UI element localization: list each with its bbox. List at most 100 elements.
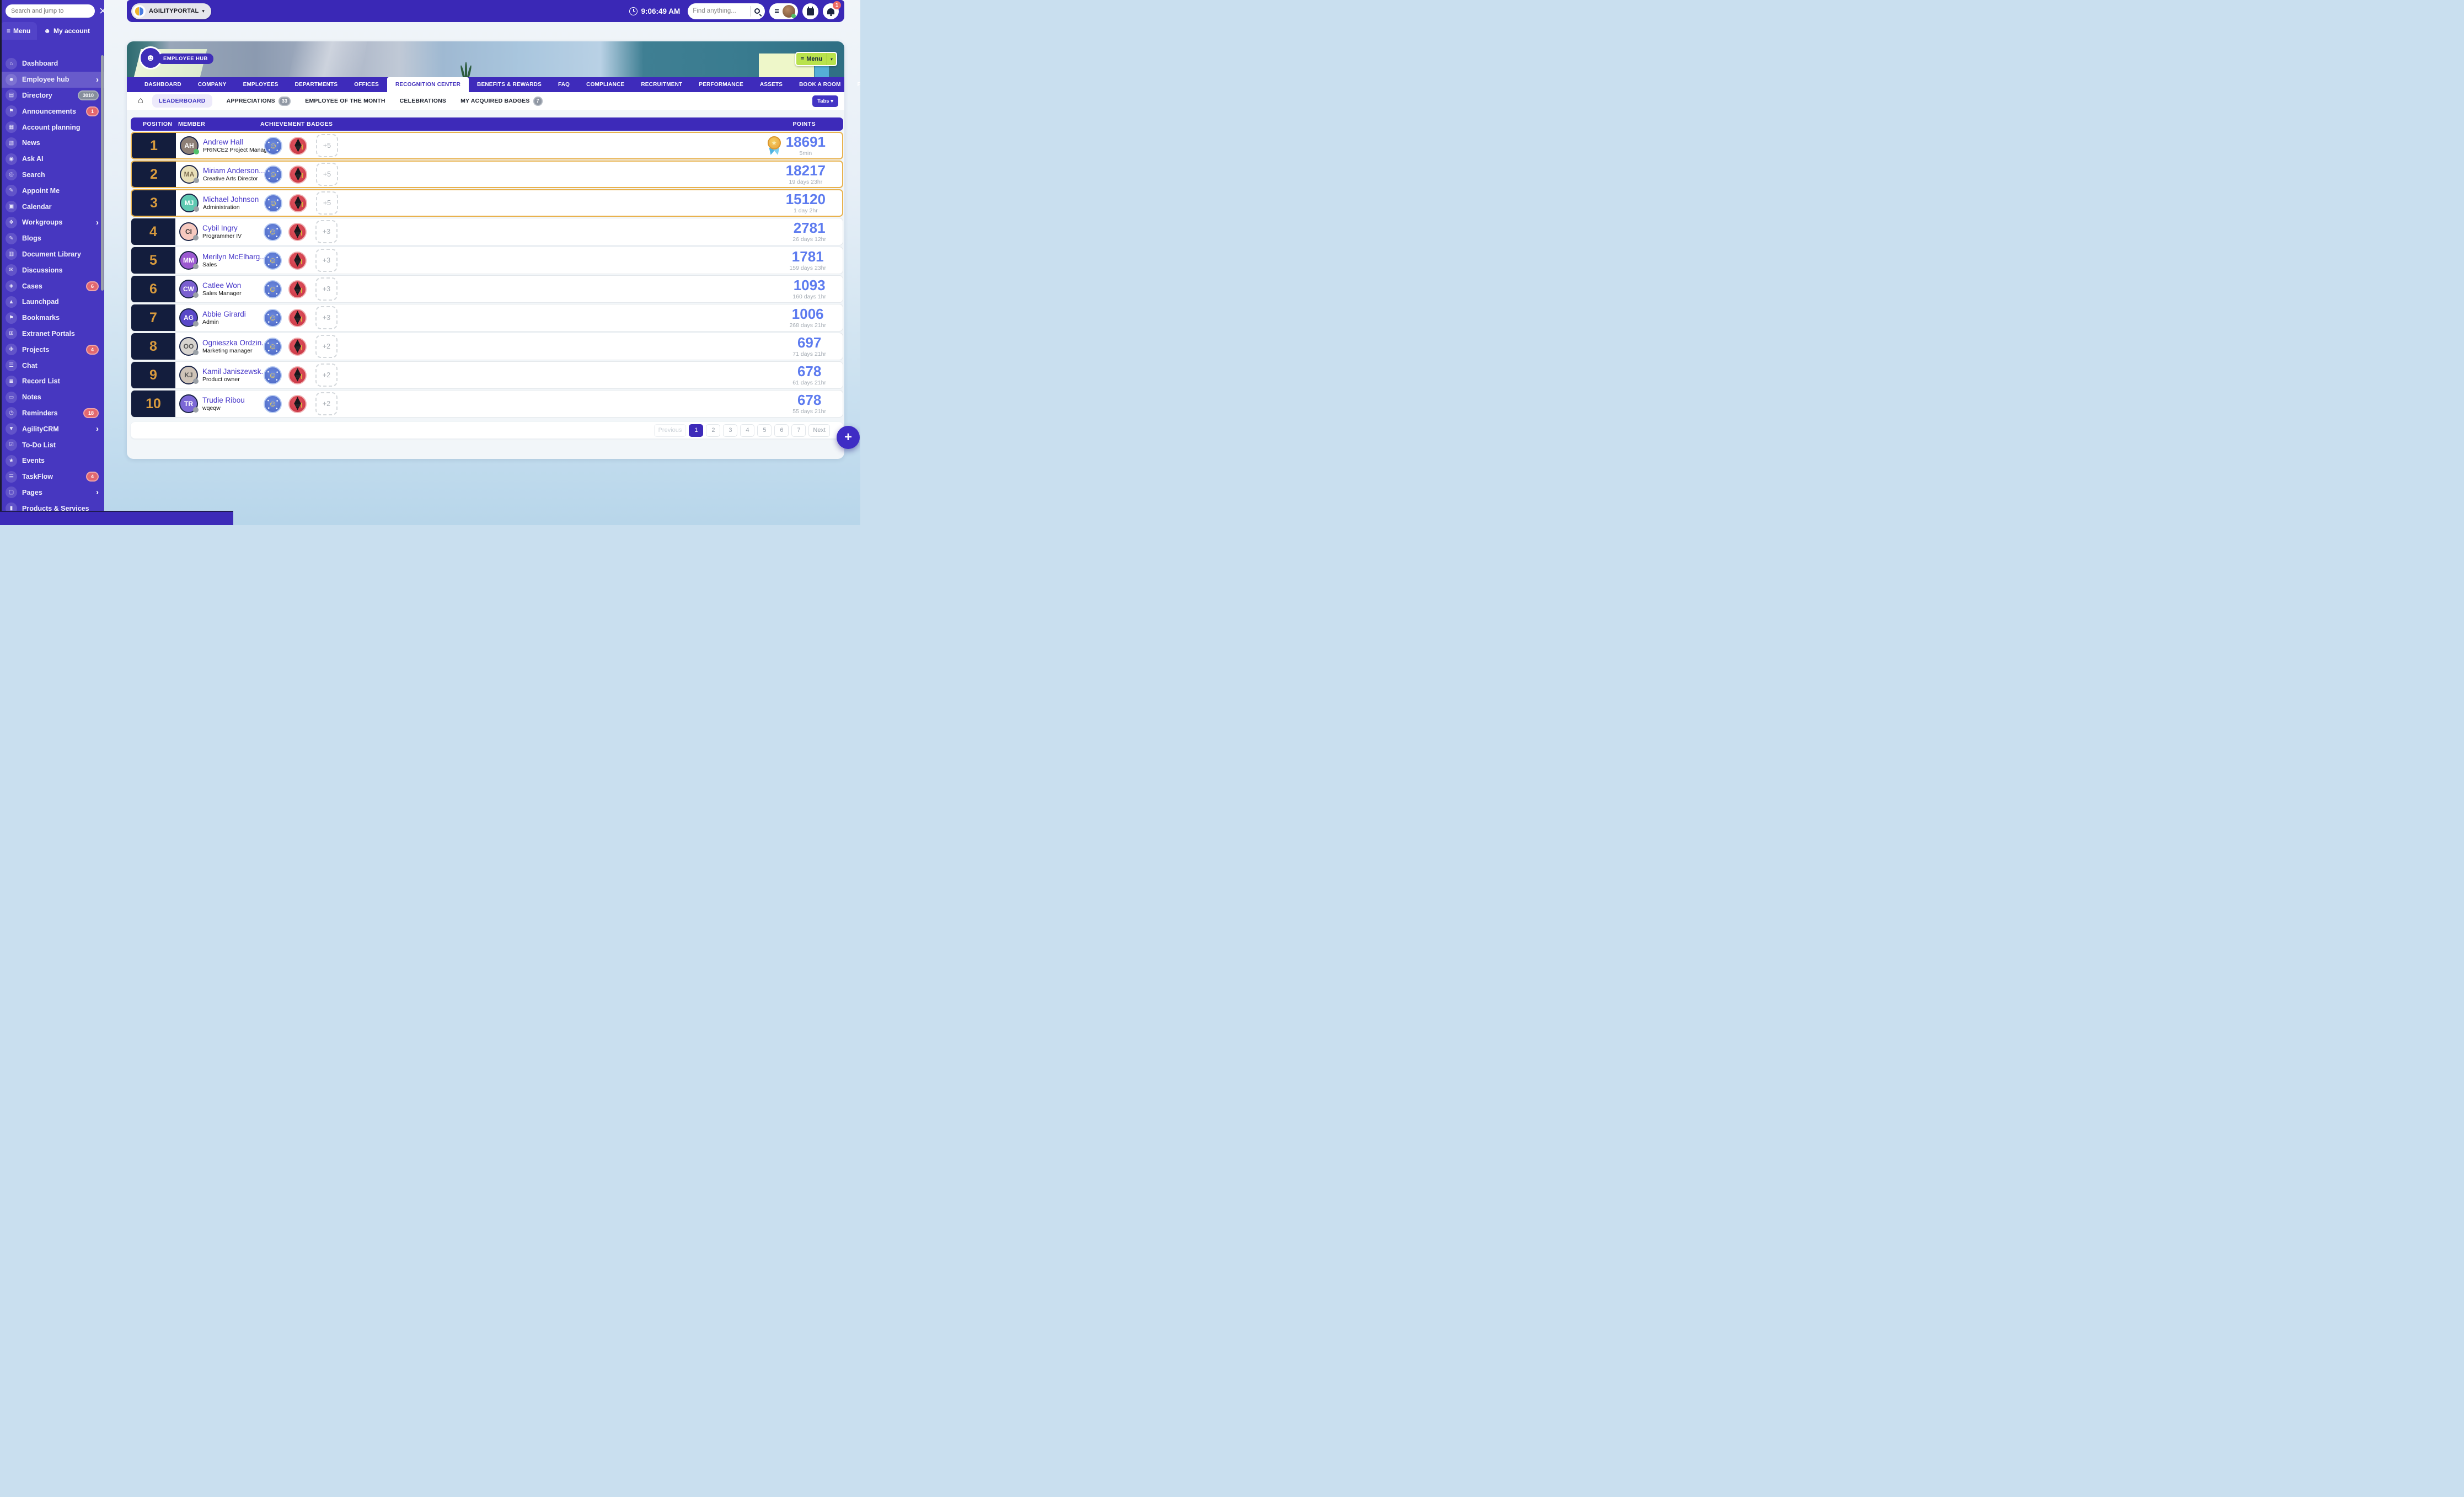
sidebar-item[interactable]: ▦ Account planning — [0, 119, 104, 135]
smiley-star-badge-icon[interactable]: ☺ — [264, 223, 282, 241]
member-name-link[interactable]: Cybil Ingry — [202, 224, 242, 232]
member-name-link[interactable]: Merilyn McElharg... — [202, 253, 266, 261]
sidebar-item[interactable]: ✎ Appoint Me — [0, 183, 104, 199]
page-number-button[interactable]: 4 — [740, 424, 754, 437]
avatar[interactable]: MJ — [180, 194, 199, 212]
sidebar-item[interactable]: ▤ Directory 3010 — [0, 88, 104, 104]
smiley-star-badge-icon[interactable]: ☺ — [264, 366, 282, 384]
avatar[interactable]: AG — [179, 308, 198, 327]
sidebar-item[interactable]: ▧ News — [0, 135, 104, 151]
next-page-button[interactable]: Next — [808, 424, 830, 437]
smiley-star-badge-icon[interactable]: ☺ — [264, 338, 282, 356]
sidebar-item[interactable]: ⚑ Announcements 1 — [0, 103, 104, 119]
graduation-badge-icon[interactable] — [288, 280, 307, 298]
avatar[interactable]: AH — [180, 136, 199, 155]
hub-nav-tab[interactable]: PAYROLL — [849, 77, 861, 92]
calendar-button[interactable] — [802, 3, 818, 19]
page-number-button[interactable]: 7 — [791, 424, 806, 437]
sidebar-item[interactable]: ▢ Pages › — [0, 485, 104, 501]
sidebar-item[interactable]: ⚑ Bookmarks — [0, 310, 104, 326]
more-badges-chip[interactable]: +2 — [315, 363, 338, 387]
hub-nav-tab[interactable]: EMPLOYEES — [235, 77, 287, 92]
sidebar-tab-my-account[interactable]: ☻ My account — [37, 22, 97, 40]
sidebar-item[interactable]: ☰ TaskFlow 4 — [0, 469, 104, 485]
smiley-star-badge-icon[interactable]: ☺ — [264, 137, 282, 155]
graduation-badge-icon[interactable] — [289, 194, 307, 212]
graduation-badge-icon[interactable] — [288, 223, 307, 241]
member-name-link[interactable]: Abbie Girardi — [202, 310, 246, 318]
sidebar-item[interactable]: ▲ Launchpad — [0, 294, 104, 310]
sidebar-item[interactable]: ▼ AgilityCRM › — [0, 421, 104, 437]
tab-leaderboard[interactable]: LEADERBOARD — [152, 94, 212, 108]
graduation-badge-icon[interactable] — [289, 137, 307, 155]
more-badges-chip[interactable]: +3 — [315, 306, 338, 329]
hub-nav-tab[interactable]: BENEFITS & REWARDS — [469, 77, 550, 92]
member-name-link[interactable]: Michael Johnson — [203, 195, 259, 204]
page-number-button[interactable]: 1 — [689, 424, 703, 437]
hub-nav-tab[interactable]: COMPLIANCE — [578, 77, 633, 92]
notifications-button[interactable]: 1 — [823, 3, 839, 19]
add-button[interactable]: + — [837, 426, 860, 449]
hub-nav-tab[interactable]: FAQ — [550, 77, 578, 92]
avatar[interactable]: MM — [179, 251, 198, 270]
sidebar-item[interactable]: ✉ Discussions — [0, 262, 104, 278]
hub-nav-tab[interactable]: RECRUITMENT — [633, 77, 690, 92]
page-number-button[interactable]: 5 — [757, 424, 772, 437]
sub-nav-tab[interactable]: APPRECIATIONS 33 — [227, 97, 291, 106]
previous-page-button[interactable]: Previous — [654, 424, 687, 437]
hub-nav-tab[interactable]: COMPANY — [190, 77, 235, 92]
sidebar-item[interactable]: ≣ Record List — [0, 373, 104, 389]
sidebar-item[interactable]: ☻ Employee hub › — [0, 72, 104, 88]
sidebar-item[interactable]: ◎ Search — [0, 167, 104, 183]
global-search-input[interactable] — [693, 8, 746, 14]
hub-nav-tab[interactable]: OFFICES — [346, 77, 387, 92]
hub-nav-tab[interactable]: ASSETS — [752, 77, 791, 92]
avatar[interactable]: CI — [179, 222, 198, 241]
hub-nav-tab[interactable]: DEPARTMENTS — [287, 77, 346, 92]
more-badges-chip[interactable]: +3 — [315, 249, 338, 272]
search-icon[interactable] — [754, 8, 760, 14]
avatar[interactable]: KJ — [179, 366, 198, 384]
sub-nav-tab[interactable]: CELEBRATIONS — [400, 98, 446, 104]
sub-nav-tab[interactable]: MY ACQUIRED BADGES 7 — [460, 97, 543, 106]
graduation-badge-icon[interactable] — [288, 338, 307, 356]
sidebar-tab-menu[interactable]: ≡ Menu — [0, 22, 37, 40]
member-name-link[interactable]: Kamil Janiszewsk... — [202, 367, 267, 376]
account-menu-button[interactable]: ≡ — [769, 3, 798, 19]
close-icon[interactable]: × — [99, 6, 106, 17]
more-badges-chip[interactable]: +2 — [315, 335, 338, 358]
page-number-button[interactable]: 2 — [706, 424, 720, 437]
graduation-badge-icon[interactable] — [288, 395, 307, 413]
avatar[interactable]: MA — [180, 165, 199, 184]
sidebar-item[interactable]: ◉ Ask AI — [0, 151, 104, 167]
member-name-link[interactable]: Miriam Anderson... — [203, 167, 265, 175]
avatar[interactable]: OO — [179, 337, 198, 356]
graduation-badge-icon[interactable] — [288, 309, 307, 327]
sidebar-scrollbar[interactable] — [101, 55, 104, 291]
sidebar-item[interactable]: ⊞ Extranet Portals — [0, 326, 104, 342]
graduation-badge-icon[interactable] — [289, 165, 307, 184]
member-name-link[interactable]: Trudie Ribou — [202, 396, 245, 404]
smiley-star-badge-icon[interactable]: ☺ — [264, 395, 282, 413]
sidebar-item[interactable]: ❖ Workgroups › — [0, 215, 104, 231]
hub-nav-tab[interactable]: PERFORMANCE — [690, 77, 752, 92]
sidebar-item[interactable]: ☰ Chat — [0, 357, 104, 373]
sidebar-item[interactable]: ▥ Document Library — [0, 247, 104, 263]
avatar[interactable]: TR — [179, 394, 198, 413]
brand-menu-button[interactable]: AGILITYPORTAL ▾ — [131, 3, 211, 19]
more-badges-chip[interactable]: +3 — [315, 277, 338, 301]
sidebar-item[interactable]: ▭ Notes — [0, 389, 104, 405]
sub-nav-tab[interactable]: EMPLOYEE OF THE MONTH — [305, 98, 385, 104]
smiley-star-badge-icon[interactable]: ☺ — [264, 309, 282, 327]
sidebar-item[interactable]: ☑ To-Do List — [0, 437, 104, 453]
member-name-link[interactable]: Catlee Won — [202, 281, 242, 290]
sidebar-item[interactable]: ◈ Cases 6 — [0, 278, 104, 294]
graduation-badge-icon[interactable] — [288, 366, 307, 384]
more-badges-chip[interactable]: +5 — [316, 163, 338, 186]
tabs-dropdown-button[interactable]: Tabs ▾ — [812, 95, 838, 107]
member-name-link[interactable]: Andrew Hall — [203, 138, 272, 146]
avatar[interactable]: CW — [179, 280, 198, 298]
sidebar-item[interactable]: ⌂ Dashboard — [0, 56, 104, 72]
smiley-star-badge-icon[interactable]: ☺ — [264, 194, 282, 212]
sidebar-item[interactable]: ◷ Reminders 18 — [0, 405, 104, 421]
